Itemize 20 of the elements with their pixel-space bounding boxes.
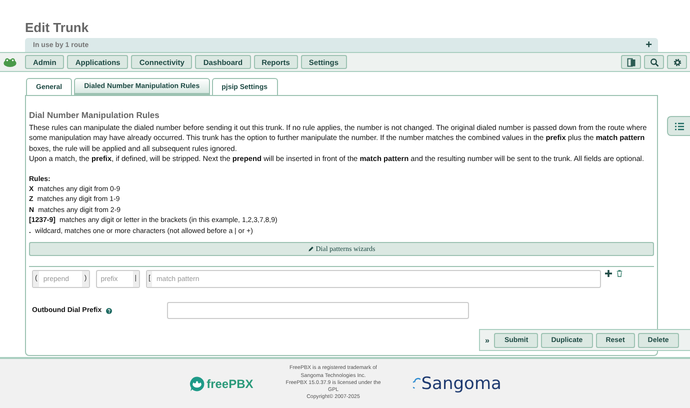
sidebar-toggle-button[interactable] (667, 116, 690, 136)
trash-icon[interactable] (616, 270, 624, 278)
settings-button[interactable] (667, 55, 687, 69)
help-icon[interactable] (106, 308, 112, 314)
frog-logo-icon (188, 376, 205, 392)
section-title: Dial Number Manipulation Rules (29, 110, 160, 120)
list-icon (674, 122, 684, 130)
search-icon (650, 58, 658, 66)
page-title: Edit Trunk (24, 19, 90, 37)
settings-icon (672, 58, 682, 66)
pencil-icon (308, 246, 314, 252)
expand-button[interactable]: + (646, 40, 652, 50)
outbound-dial-prefix-field[interactable] (166, 302, 469, 320)
frog-logo-icon[interactable] (3, 56, 17, 68)
collapse-button[interactable]: » (483, 336, 492, 344)
add-icon[interactable] (605, 270, 612, 278)
language-button[interactable] (621, 55, 641, 69)
brand-logo-text: Sangoma (421, 374, 502, 394)
search-button[interactable] (644, 55, 664, 69)
logo-text: freePBX (206, 376, 254, 390)
